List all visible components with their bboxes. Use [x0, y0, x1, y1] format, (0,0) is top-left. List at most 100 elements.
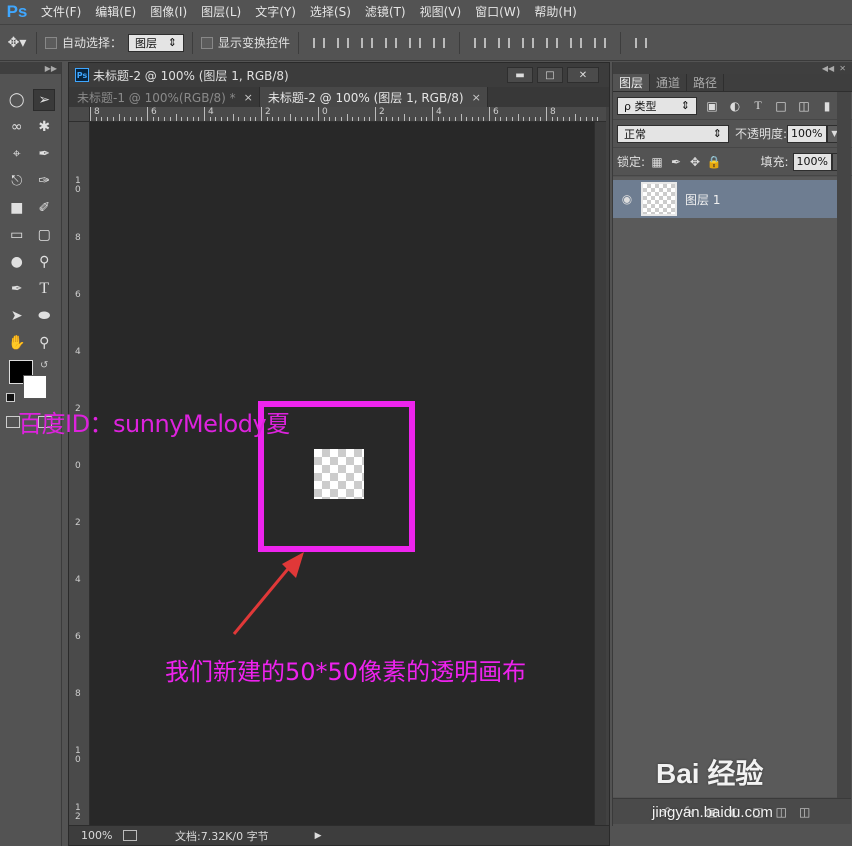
tab-untitled-1[interactable]: 未标题-1 @ 100%(RGB/8) * ×	[69, 87, 260, 107]
distribute-left-icon[interactable]	[543, 34, 561, 52]
dodge-tool-icon[interactable]: ⚲	[33, 251, 55, 273]
ruler-tick	[528, 117, 530, 121]
layer-row[interactable]: ◉ 图层 1	[613, 180, 837, 218]
filter-adjustment-icon[interactable]: ◐	[727, 98, 743, 114]
lasso-tool-icon[interactable]: ∞	[6, 116, 28, 138]
ruler-tick	[346, 114, 348, 121]
eye-icon[interactable]: ◉	[613, 192, 641, 206]
blend-mode-dropdown[interactable]: 正常 ⇕	[617, 124, 729, 143]
ruler-origin[interactable]	[69, 107, 90, 122]
auto-select-dropdown[interactable]: 图层 ⇕	[128, 33, 185, 52]
close-window-button[interactable]: ✕	[567, 67, 599, 83]
ruler-label: 6	[493, 107, 499, 117]
ruler-label: 1 0	[75, 176, 81, 195]
menu-select[interactable]: 选择(S)	[303, 0, 358, 24]
tab-channels[interactable]: 通道	[650, 74, 688, 91]
panel-scrollbar[interactable]	[837, 92, 851, 798]
align-left-icon[interactable]	[382, 34, 400, 52]
brush-tool-icon[interactable]: ✑	[33, 170, 55, 192]
layer-thumbnail[interactable]	[641, 182, 677, 216]
eraser-tool-icon[interactable]: ▭	[6, 224, 28, 246]
blur-tool-icon[interactable]: ●	[6, 251, 28, 273]
tab-paths[interactable]: 路径	[687, 74, 725, 91]
blend-row: 正常 ⇕ 不透明度: 100% ▼	[613, 120, 852, 148]
maximize-button[interactable]: □	[537, 67, 563, 83]
tab-close-icon[interactable]: ×	[244, 91, 253, 104]
fill-input[interactable]: 100%	[792, 152, 832, 171]
status-menu-arrow-icon[interactable]: ▶	[315, 831, 322, 841]
default-colors-icon[interactable]	[6, 393, 15, 402]
crop-tool-icon[interactable]: ⌖	[6, 143, 28, 165]
filter-smart-object-icon[interactable]: ◫	[796, 98, 812, 114]
menu-file[interactable]: 文件(F)	[34, 0, 88, 24]
ruler-tick	[164, 117, 166, 121]
distribute-hcenter-icon[interactable]	[567, 34, 585, 52]
ruler-tick	[175, 114, 177, 121]
auto-select-checkbox[interactable]	[45, 36, 57, 49]
tab-layers[interactable]: 图层	[613, 74, 651, 91]
gradient-tool-icon[interactable]: ▢	[33, 224, 55, 246]
blend-mode-value: 正常	[624, 127, 646, 141]
eyedropper-tool-icon[interactable]: ✒	[33, 143, 55, 165]
collapse-panel-icon[interactable]: ◀◀ ✕	[613, 62, 852, 74]
ellipse-tool-icon[interactable]: ⬬	[33, 305, 55, 327]
pen-tool-icon[interactable]: ✒	[6, 278, 28, 300]
menu-image[interactable]: 图像(I)	[143, 0, 194, 24]
collapse-tools-icon[interactable]: ▶▶	[0, 62, 61, 74]
path-selection-tool-icon[interactable]: ➤	[6, 305, 28, 327]
minimize-button[interactable]: ▬	[507, 67, 533, 83]
lock-image-icon[interactable]: ✒	[668, 154, 684, 170]
menu-view[interactable]: 视图(V)	[413, 0, 469, 24]
menu-edit[interactable]: 编辑(E)	[88, 0, 143, 24]
move-tool-preset-icon[interactable]: ✥▾	[6, 32, 28, 54]
distribute-bottom-icon[interactable]	[519, 34, 537, 52]
menu-window[interactable]: 窗口(W)	[468, 0, 527, 24]
opacity-input[interactable]: 100%	[787, 124, 827, 143]
tab-label: 未标题-1 @ 100%(RGB/8) *	[77, 90, 236, 105]
tab-untitled-2[interactable]: 未标题-2 @ 100% (图层 1, RGB/8) ×	[259, 87, 488, 107]
move-tool-icon[interactable]: ➢	[33, 88, 56, 111]
menu-filter[interactable]: 滤镜(T)	[358, 0, 413, 24]
menu-type[interactable]: 文字(Y)	[248, 0, 303, 24]
zoom-level[interactable]: 100%	[69, 829, 113, 842]
filter-kind-dropdown[interactable]: ρ 类型 ⇕	[617, 96, 697, 115]
lock-position-icon[interactable]: ✥	[687, 154, 703, 170]
menu-help[interactable]: 帮助(H)	[527, 0, 583, 24]
marquee-tool-icon[interactable]: ◯	[6, 89, 28, 111]
zoom-tool-icon[interactable]: ⚲	[33, 332, 55, 354]
align-right-icon[interactable]	[430, 34, 448, 52]
healing-brush-tool-icon[interactable]: ⎋	[6, 170, 28, 192]
lock-transparent-icon[interactable]: ▦	[649, 154, 665, 170]
auto-align-icon[interactable]	[632, 34, 650, 52]
filter-type-icon[interactable]: T	[750, 98, 766, 114]
align-vcenter-icon[interactable]	[334, 34, 352, 52]
lock-all-icon[interactable]: 🔒	[706, 154, 722, 170]
vertical-scrollbar[interactable]	[594, 122, 606, 825]
filter-toggle-icon[interactable]: ▮	[819, 98, 835, 114]
hand-tool-icon[interactable]: ✋	[6, 332, 28, 354]
swap-colors-icon[interactable]: ↺	[40, 360, 48, 371]
share-icon[interactable]	[123, 830, 137, 841]
filter-image-icon[interactable]: ▣	[704, 98, 720, 114]
horizontal-ruler[interactable]: 8 6 4 2 0 2 4 6 8	[90, 107, 606, 122]
distribute-top-icon[interactable]	[471, 34, 489, 52]
type-tool-icon[interactable]: T	[33, 278, 55, 300]
vertical-ruler[interactable]: 1 08642024681 01 2	[69, 122, 90, 825]
lock-row: 锁定: ▦ ✒ ✥ 🔒 填充: 100% ▼	[613, 148, 852, 176]
layer-name[interactable]: 图层 1	[685, 191, 720, 208]
align-hcenter-icon[interactable]	[406, 34, 424, 52]
distribute-vcenter-icon[interactable]	[495, 34, 513, 52]
align-top-icon[interactable]	[310, 34, 328, 52]
document-info: 文档:7.32K/0 字节	[175, 829, 269, 843]
ruler-tick	[107, 117, 109, 121]
magic-wand-tool-icon[interactable]: ✱	[33, 116, 55, 138]
align-bottom-icon[interactable]	[358, 34, 376, 52]
background-color-swatch[interactable]	[23, 375, 47, 399]
show-transform-checkbox[interactable]	[201, 36, 214, 49]
distribute-right-icon[interactable]	[591, 34, 609, 52]
history-brush-tool-icon[interactable]: ✐	[33, 197, 55, 219]
menu-layer[interactable]: 图层(L)	[194, 0, 248, 24]
tab-close-icon[interactable]: ×	[472, 91, 481, 104]
filter-shape-icon[interactable]: □	[773, 98, 789, 114]
clone-stamp-tool-icon[interactable]: ■	[6, 197, 28, 219]
